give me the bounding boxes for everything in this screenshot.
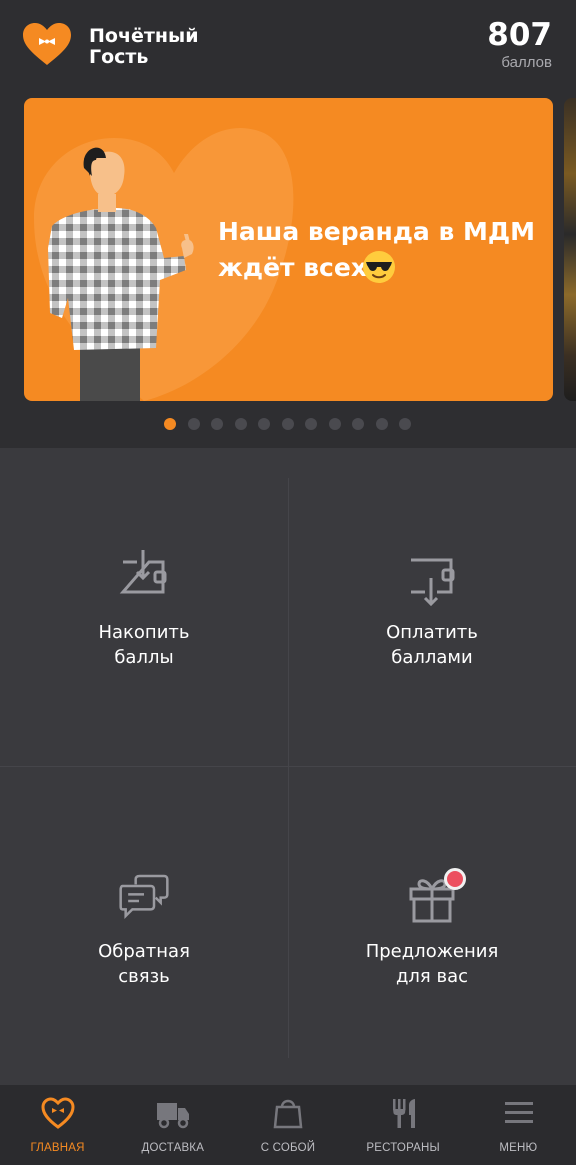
points-value: 807 [487,17,552,53]
carousel-dot[interactable] [375,418,388,430]
carousel-dot[interactable] [164,418,176,430]
fork-knife-icon [392,1099,415,1128]
carousel-dot[interactable] [399,418,411,430]
carousel-dot[interactable] [328,418,341,430]
carousel-dot[interactable] [258,418,270,430]
feedback-tile[interactable]: Обратная связь [0,767,288,1085]
nav-label-takeaway: С СОБОЙ [260,1142,316,1154]
offers-label: Предложения для вас [365,941,499,987]
points-label: баллов [501,54,552,71]
pay-with-points-label: Оплатить баллами [386,622,478,668]
earn-points-tile[interactable]: Накопить баллы [0,448,288,766]
nav-label-restaurants: РЕСТОРАНЫ [366,1142,440,1154]
offers-tile[interactable]: Предложения для вас [288,767,576,1085]
nav-item-takeaway[interactable]: С СОБОЙ [230,1085,345,1165]
heart-bowtie-icon [41,1097,75,1129]
next-banner-preview[interactable] [564,98,576,401]
nav-item-menu[interactable]: МЕНЮ [461,1085,576,1165]
truck-icon [157,1103,190,1129]
nav-item-delivery[interactable]: ДОСТАВКА [115,1085,230,1165]
points-balance[interactable]: 807 баллов [487,16,552,72]
bag-icon [273,1099,303,1129]
nav-item-home[interactable]: ГЛАВНАЯ [0,1085,115,1165]
promo-banner[interactable]: Наша веранда в МДМ ждёт всех [24,98,553,401]
chat-bubbles-icon [119,874,169,920]
heart-bowtie-icon[interactable] [22,22,72,66]
carousel-dot[interactable] [187,418,200,430]
carousel-dot[interactable] [352,418,364,430]
nav-item-restaurants[interactable]: РЕСТОРАНЫ [346,1085,461,1165]
earn-points-label: Накопить баллы [98,622,190,668]
notification-badge [444,868,466,890]
nav-label-menu: МЕНЮ [499,1142,538,1154]
wallet-in-icon [119,550,167,594]
bottom-nav: ГЛАВНАЯ ДОСТАВКА С СОБОЙ РЕСТОРАНЫ МЕНЮ [0,1085,576,1165]
pay-with-points-tile[interactable]: Оплатить баллами [288,448,576,766]
banner-line-1: Наша веранда в МДМ [218,217,536,246]
hamburger-menu-icon [504,1102,533,1123]
brand-title: Почётный Гость [89,26,199,68]
brand-line-1: Почётный [89,25,199,47]
nav-label-delivery: ДОСТАВКА [141,1142,205,1154]
carousel-dot[interactable] [305,418,317,430]
carousel-dot[interactable] [234,418,247,430]
wallet-out-icon [411,558,455,606]
feedback-label: Обратная связь [98,941,190,987]
carousel-dot[interactable] [281,418,294,430]
nav-label-home: ГЛАВНАЯ [30,1142,85,1154]
actions-grid: Накопить баллы Оплатить баллами Обратная… [0,448,576,1085]
carousel-dot[interactable] [211,418,223,430]
brand-line-2: Гость [89,46,149,68]
carousel-dots [164,418,411,430]
sunglasses-emoji-icon [363,251,395,283]
